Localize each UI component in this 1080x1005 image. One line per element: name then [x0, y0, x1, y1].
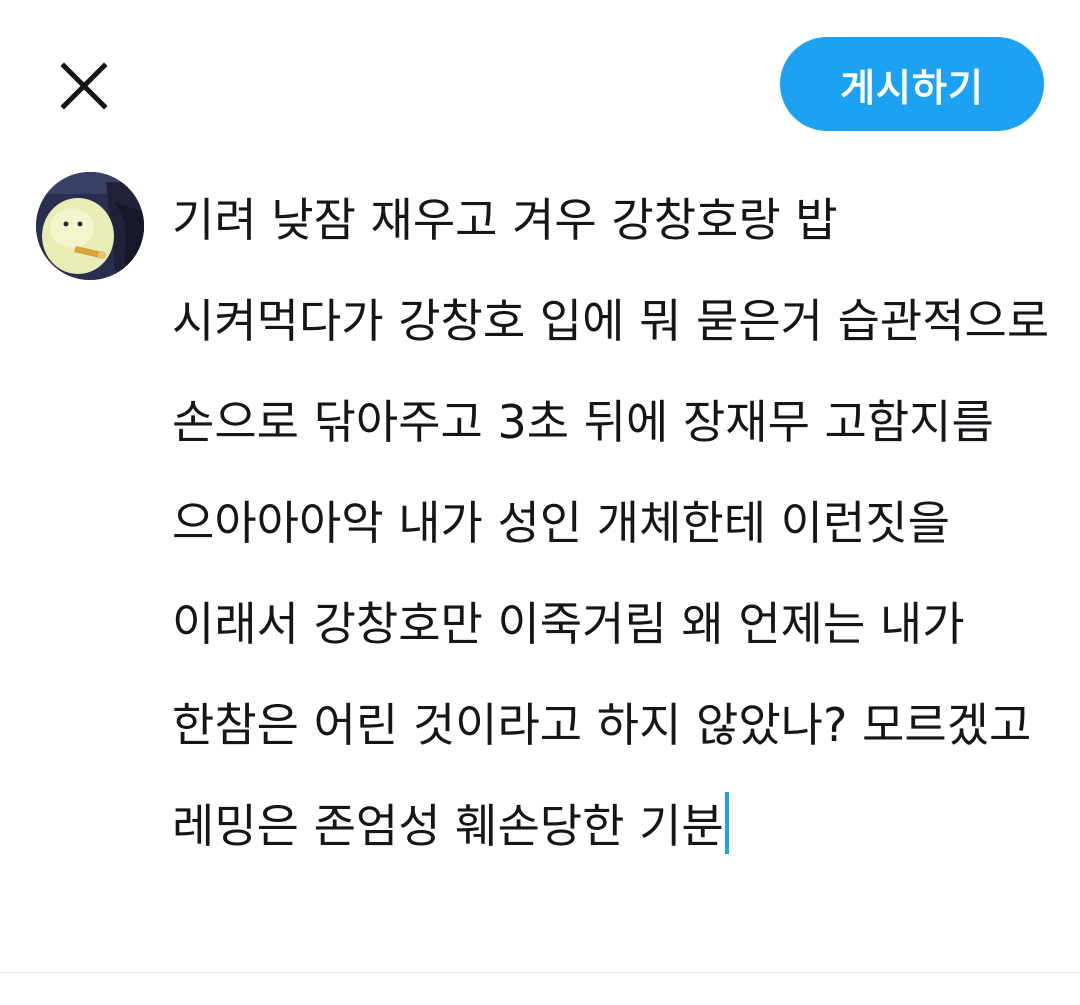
- close-icon: [60, 62, 108, 110]
- bottom-divider: [0, 972, 1080, 973]
- text-caret: [724, 792, 729, 854]
- compose-text-area[interactable]: 기려 낮잠 재우고 겨우 강창호랑 밥 시켜먹다가 강창호 입에 뭐 묻은거 습…: [172, 170, 1052, 970]
- close-button[interactable]: [50, 52, 118, 120]
- user-avatar-icon: [36, 172, 144, 280]
- tweet-text-input[interactable]: 기려 낮잠 재우고 겨우 강창호랑 밥 시켜먹다가 강창호 입에 뭐 묻은거 습…: [172, 170, 1052, 877]
- post-button[interactable]: 게시하기: [780, 37, 1044, 131]
- compose-screen: 게시하기 기려 낮잠 재우고 겨우 강창호랑 밥 시켜먹다가 강창호 입에 뭐 …: [0, 0, 1080, 1005]
- tweet-text: 기려 낮잠 재우고 겨우 강창호랑 밥 시켜먹다가 강창호 입에 뭐 묻은거 습…: [172, 193, 1064, 853]
- avatar[interactable]: [36, 172, 144, 280]
